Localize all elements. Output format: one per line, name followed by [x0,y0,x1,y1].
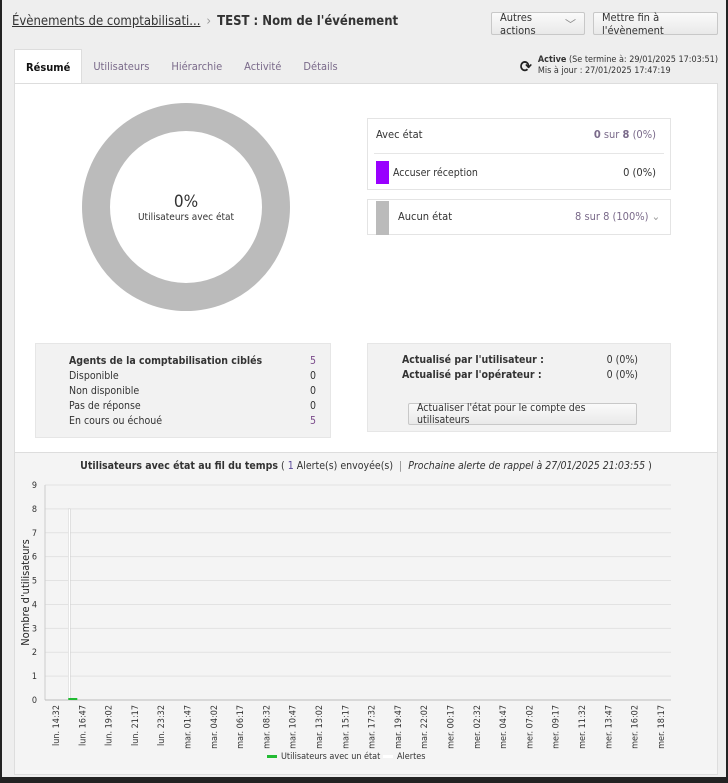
user-updated-value: 0 (0%) [606,353,638,366]
x-tick-label: lun. 19:02 [105,705,115,746]
x-tick-label: mar. 19:47 [394,705,404,749]
operator-updated-label: Actualisé par l'opérateur : [402,368,542,381]
status-state: Active [537,55,567,65]
legend-label-alerts: Alertes [397,752,425,762]
ack-label: Accuser réception [393,166,478,179]
users-with-state-mark [68,698,78,700]
refresh-icon[interactable]: ⟳ [520,58,532,74]
tab-summary[interactable]: Résumé [14,49,83,84]
agents-targeted-value: 5 [309,354,316,367]
x-tick-label: mar. 08:32 [262,705,272,749]
tab-bar: Résumé Utilisateurs Hiérarchie Activité … [14,49,349,84]
legend-swatch-users [267,755,277,758]
divider [374,153,664,154]
x-tick-label: mer. 16:02 [631,705,641,749]
x-tick-label: mer. 02:32 [473,705,483,749]
y-tick-label: 4 [32,600,37,610]
tab-details[interactable]: Détails [292,49,348,84]
event-status: ⟳ Active (Se termine à: 29/01/2025 17:03… [520,55,718,77]
no-state-label: Aucun état [398,210,453,223]
y-tick-label: 1 [32,672,37,682]
unavailable-label: Non disponible [69,384,140,397]
in-progress-failed-value: 5 [309,414,316,427]
no-response-label: Pas de réponse [69,399,141,412]
summary-panel: 0% Utilisateurs avec état Avec état 0 su… [14,83,718,453]
with-state-box: Avec état 0 sur 8 (0%) Accuser réception… [367,118,671,190]
x-tick-label: mar. 10:47 [289,705,299,749]
x-tick-label: mer. 07:02 [525,705,535,749]
with-state-count: 0 [593,128,601,141]
unavailable-value: 0 [309,384,316,397]
y-tick-label: 7 [32,529,37,539]
no-state-swatch [376,201,389,235]
page-title: TEST : Nom de l'événement [217,14,399,29]
x-tick-label: mar. 22:02 [420,705,430,749]
x-tick-label: lun. 14:32 [52,705,62,746]
available-value: 0 [309,369,316,382]
donut-chart: 0% Utilisateurs avec état [82,103,290,311]
ack-color-swatch [376,161,389,184]
y-tick-label: 8 [32,505,37,515]
in-progress-failed-label: En cours ou échoué [69,414,163,427]
tab-users[interactable]: Utilisateurs [82,49,160,84]
y-axis-label: Nombre d'utilisateurs [19,539,32,646]
x-tick-label: mar. 17:32 [368,705,378,749]
x-tick-label: mer. 09:17 [552,705,562,749]
more-actions-label: Autres actions [500,10,536,37]
y-tick-label: 0 [32,696,37,706]
user-updated-label: Actualisé par l'utilisateur : [402,353,544,366]
x-tick-label: mar. 15:17 [341,705,351,749]
end-event-button[interactable]: Mettre fin à l'évènement [593,11,718,37]
x-tick-label: mar. 06:17 [236,705,246,749]
breadcrumb-parent-link[interactable]: Évènements de comptabilisati... [12,14,200,29]
x-tick-label: mer. 18:17 [657,705,667,749]
no-state-box[interactable]: Aucun état 8 sur 8 (100%) ⌄ [367,199,671,235]
y-tick-label: 3 [32,624,37,634]
x-tick-label: mar. 13:02 [315,705,325,749]
breadcrumb-separator-icon: › [206,14,212,29]
y-tick-label: 5 [32,577,37,587]
chevron-down-icon: ﹀ [565,17,576,31]
more-actions-button[interactable]: Autres actions ﹀ [491,10,585,37]
y-tick-label: 9 [32,481,37,491]
status-end-time: (Se termine à: 29/01/2025 17:03:51) [568,55,718,65]
donut-percent: 0% [173,191,199,212]
legend-label-users: Utilisateurs avec un état [281,751,380,762]
legend-swatch-alerts [383,755,393,758]
no-state-value: 8 sur 8 (100%) [575,210,649,223]
users-over-time-chart: 0 1 2 3 4 5 6 7 8 9 lun. 14:32 lun. 16:47 lun. 19:02… [19,481,671,762]
chevron-down-icon[interactable]: ⌄ [652,210,660,223]
with-state-total: 8 [622,128,630,141]
x-tick-label: mar. 01:47 [184,705,194,749]
operator-updated-value: 0 (0%) [606,368,638,381]
x-tick-label: mer. 11:32 [578,705,588,749]
status-updated: Mis à jour : 27/01/2025 17:47:19 [537,66,671,76]
tab-activity[interactable]: Activité [233,49,292,84]
agents-targeted-label: Agents de la comptabilisation ciblés [69,354,263,367]
app-frame: Évènements de comptabilisati... › TEST :… [2,0,726,777]
with-state-pct: (0%) [632,128,656,141]
agents-box: Agents de la comptabilisation ciblés 5 Di… [35,343,331,438]
ack-value: 0 (0%) [623,166,656,179]
refresh-user-status-button[interactable]: Actualiser l'état pour le compte des uti… [408,402,637,426]
with-state-label: Avec état [376,128,423,141]
breadcrumb: Évènements de comptabilisati... › TEST :… [12,14,398,29]
x-tick-label: mer. 04:47 [499,705,509,749]
x-tick-label: mer. 13:47 [604,705,614,749]
donut-label: Utilisateurs avec état [137,211,235,223]
available-label: Disponible [69,369,119,382]
chart-section: Utilisateurs avec état au fil du temps (… [14,453,718,775]
x-tick-label: mer. 00:17 [447,705,457,749]
updates-box: Actualisé par l'utilisateur : 0 (0%) Actu… [367,343,671,432]
x-tick-label: lun. 16:47 [78,705,88,746]
y-tick-label: 6 [32,553,37,563]
no-response-value: 0 [309,399,316,412]
x-tick-label: lun. 23:32 [157,705,167,746]
with-state-sur: sur [603,128,620,141]
x-tick-label: mar. 04:02 [210,705,220,749]
tab-hierarchy[interactable]: Hiérarchie [160,49,233,84]
y-tick-label: 2 [32,648,37,658]
alert-bar [68,508,71,701]
x-tick-label: lun. 21:17 [131,705,141,746]
